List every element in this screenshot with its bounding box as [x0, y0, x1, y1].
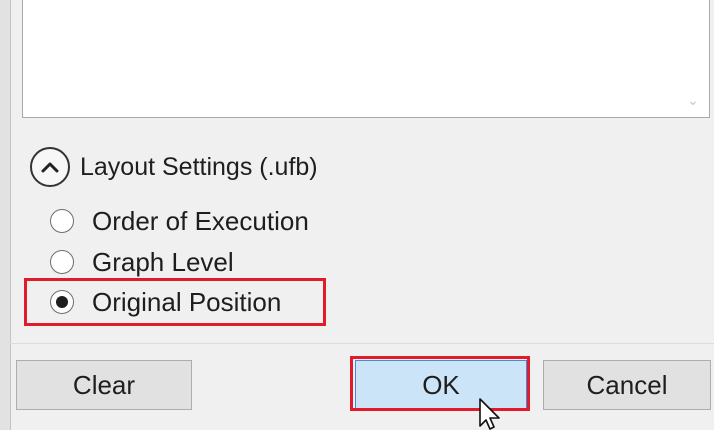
radio-button[interactable]: [50, 250, 74, 274]
radio-button[interactable]: [50, 209, 74, 233]
radio-order-of-execution[interactable]: Order of Execution: [50, 202, 309, 240]
section-title: Layout Settings (.ufb): [80, 152, 318, 181]
list-scroll-down-icon[interactable]: ⌄: [687, 93, 699, 107]
window-left-edge: [0, 0, 11, 430]
divider: [10, 343, 714, 344]
mouse-pointer-icon: [479, 398, 500, 430]
collapse-button[interactable]: [30, 147, 70, 187]
radio-label[interactable]: Graph Level: [92, 247, 234, 278]
layout-settings-header[interactable]: Layout Settings (.ufb): [30, 144, 318, 190]
radio-label[interactable]: Order of Execution: [92, 206, 309, 237]
result-list-box[interactable]: ⌄: [22, 0, 710, 118]
clear-button[interactable]: Clear: [16, 360, 192, 410]
chevron-up-icon: [41, 162, 59, 173]
highlight-box-original-position: [24, 278, 326, 326]
cancel-button[interactable]: Cancel: [543, 360, 711, 410]
radio-graph-level[interactable]: Graph Level: [50, 243, 234, 281]
